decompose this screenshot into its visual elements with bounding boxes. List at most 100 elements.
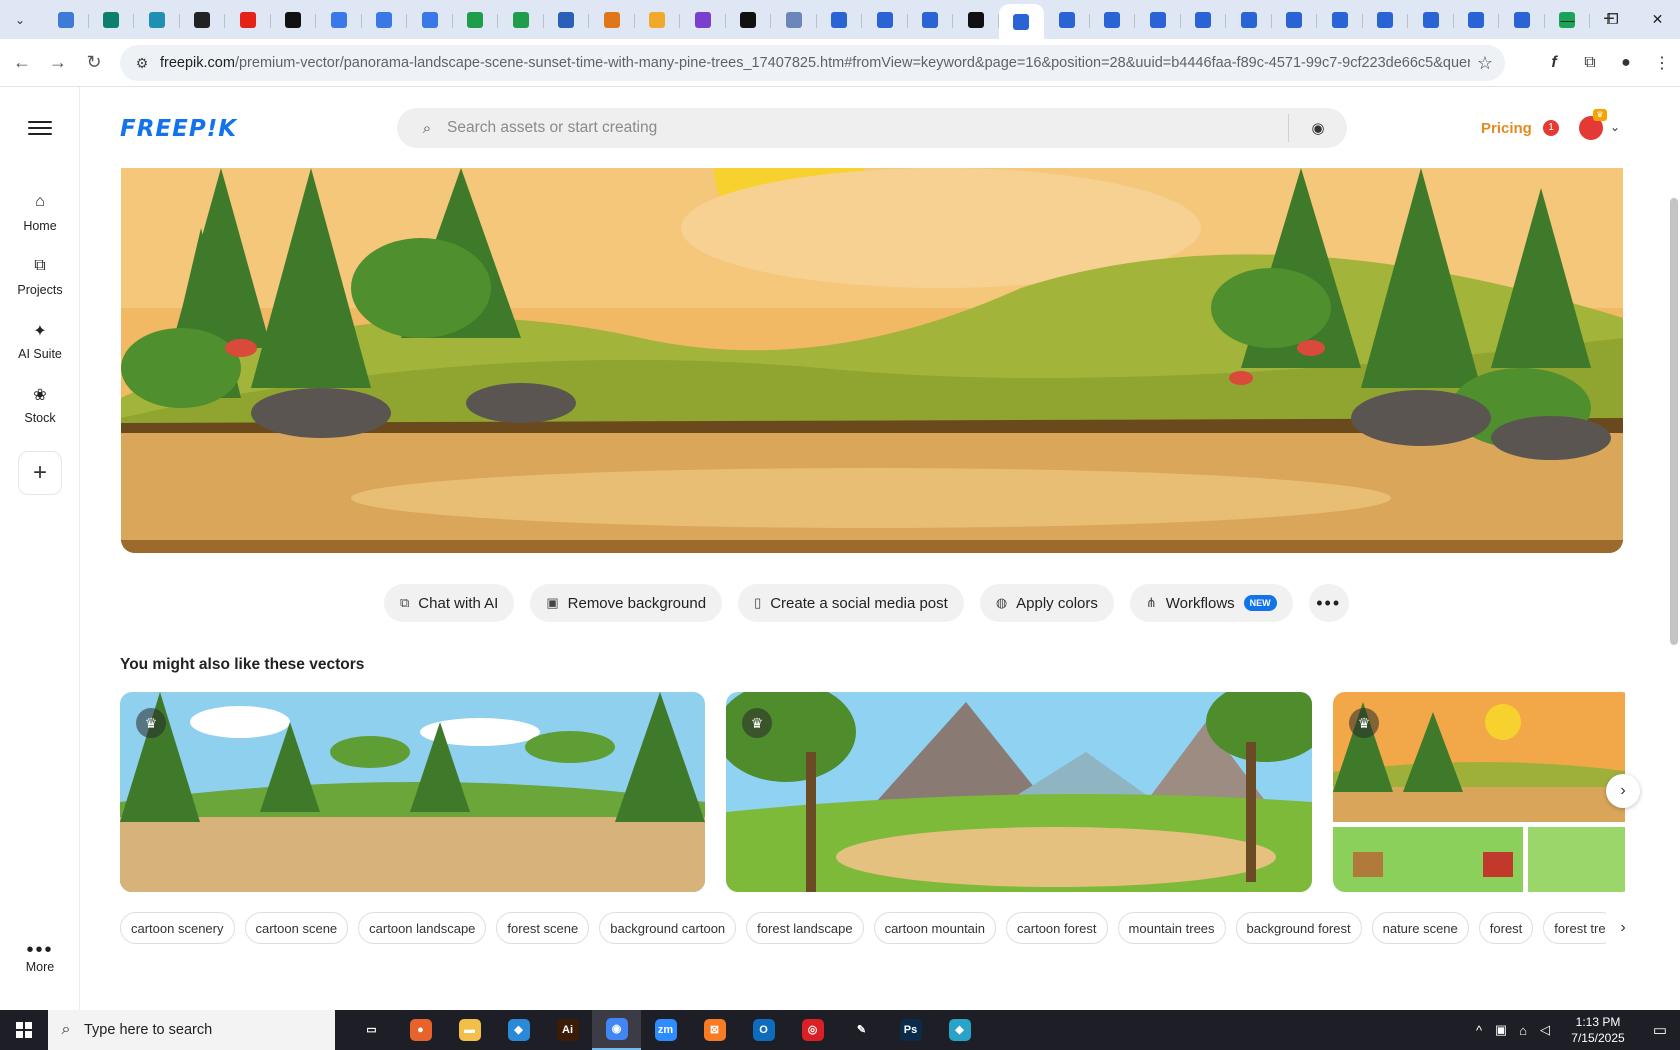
workflows-button[interactable]: ⋔ Workflows NEW — [1129, 584, 1293, 622]
tag-chip[interactable]: cartoon scene — [244, 912, 349, 944]
browser-tab[interactable] — [1181, 4, 1227, 36]
notification-center-icon[interactable]: ▭ — [1640, 1021, 1680, 1039]
url-text[interactable]: freepik.com/premium-vector/panorama-land… — [160, 55, 1470, 71]
more-actions-button[interactable]: ••• — [1308, 584, 1349, 622]
browser-tab[interactable] — [271, 4, 317, 36]
freepik-logo[interactable]: FREEP!K — [120, 116, 237, 142]
pricing-link[interactable]: Pricing — [1481, 120, 1532, 137]
browser-tab[interactable] — [89, 4, 135, 36]
browser-tab[interactable] — [817, 4, 863, 36]
carousel-next-button[interactable]: › — [1606, 774, 1640, 808]
browser-tab[interactable] — [862, 4, 908, 36]
scrollbar-thumb[interactable] — [1670, 198, 1678, 645]
tag-chip[interactable]: forest landscape — [746, 912, 864, 944]
tag-chip[interactable]: forest scene — [496, 912, 590, 944]
user-avatar[interactable]: ♛ — [1579, 109, 1607, 140]
browser-tab[interactable] — [43, 4, 89, 36]
chevron-down-icon[interactable]: ⌄ — [1610, 120, 1620, 134]
volume-icon[interactable]: ◁ — [1534, 1022, 1556, 1038]
browser-tab[interactable] — [453, 4, 499, 36]
taskbar-app[interactable]: ● — [396, 1010, 445, 1050]
start-button[interactable] — [0, 1010, 48, 1050]
tag-chip[interactable]: cartoon forest — [1006, 912, 1108, 944]
social-media-post-button[interactable]: ▯ Create a social media post — [738, 584, 964, 622]
extensions-puzzle-icon[interactable]: ⧉ — [1572, 45, 1608, 81]
add-button[interactable]: + — [18, 451, 62, 495]
back-icon[interactable]: ← — [4, 45, 40, 81]
site-info-icon[interactable]: ⚙ — [124, 55, 160, 72]
browser-tab[interactable] — [908, 4, 954, 36]
camera-search-icon[interactable]: ◉ — [1289, 119, 1347, 137]
browser-tab[interactable] — [498, 4, 544, 36]
browser-tab[interactable] — [1090, 4, 1136, 36]
tag-chip[interactable]: background forest — [1235, 912, 1362, 944]
browser-tab[interactable] — [407, 4, 453, 36]
tags-next-button[interactable]: › — [1606, 912, 1640, 944]
tag-chip[interactable]: mountain trees — [1117, 912, 1226, 944]
browser-tab[interactable] — [134, 4, 180, 36]
tag-chip[interactable]: cartoon landscape — [358, 912, 487, 944]
browser-tab[interactable] — [589, 4, 635, 36]
reload-icon[interactable]: ↻ — [76, 45, 112, 81]
search-bar[interactable]: ⌕ Search assets or start creating ◉ — [397, 108, 1347, 148]
browser-tab[interactable] — [1317, 4, 1363, 36]
address-bar[interactable]: ⚙ freepik.com/premium-vector/panorama-la… — [120, 45, 1505, 81]
tray-app-icon[interactable]: ▣ — [1490, 1022, 1512, 1038]
taskbar-app[interactable]: ▭ — [347, 1010, 396, 1050]
tag-chip[interactable]: nature scene — [1371, 912, 1469, 944]
remove-background-button[interactable]: ▣ Remove background — [530, 584, 723, 622]
related-thumbnail[interactable]: ♛ — [120, 692, 705, 892]
taskbar-clock[interactable]: 1:13 PM 7/15/2025 — [1556, 1014, 1640, 1046]
browser-tab[interactable] — [1044, 4, 1090, 36]
browser-tab[interactable] — [771, 4, 817, 36]
taskbar-app[interactable]: zm — [641, 1010, 690, 1050]
taskbar-app[interactable]: ▬ — [445, 1010, 494, 1050]
apply-colors-button[interactable]: ◍ Apply colors — [979, 584, 1114, 622]
restore-icon[interactable]: ❐ — [1590, 0, 1635, 39]
browser-tab[interactable] — [180, 4, 226, 36]
profile-avatar-icon[interactable]: ● — [1608, 45, 1644, 81]
hamburger-menu-icon[interactable] — [28, 117, 52, 137]
taskbar-app[interactable]: Ai — [543, 1010, 592, 1050]
tag-chip[interactable]: background cartoon — [599, 912, 737, 944]
browser-tab[interactable] — [1226, 4, 1272, 36]
search-input[interactable]: Search assets or start creating — [447, 119, 1288, 137]
taskbar-app[interactable]: ◎ — [788, 1010, 837, 1050]
browser-tab[interactable] — [1272, 4, 1318, 36]
sidebar-item-home[interactable]: ⌂ Home — [0, 193, 80, 233]
browser-tab[interactable] — [362, 4, 408, 36]
taskbar-app[interactable]: Ps — [886, 1010, 935, 1050]
tray-chevron-icon[interactable]: ^ — [1468, 1023, 1490, 1038]
taskbar-search[interactable]: ⌕ Type here to search — [48, 1010, 335, 1050]
sidebar-item-projects[interactable]: ⧉ Projects — [0, 257, 80, 297]
sidebar-item-stock[interactable]: ❀ Stock — [0, 385, 80, 425]
browser-tab[interactable] — [953, 4, 999, 36]
related-thumbnail[interactable]: ♛ — [1333, 692, 1625, 892]
tag-chip[interactable]: cartoon scenery — [120, 912, 235, 944]
browser-tab[interactable] — [1499, 4, 1545, 36]
browser-tab[interactable] — [635, 4, 681, 36]
browser-tab[interactable] — [1408, 4, 1454, 36]
tag-chip[interactable]: cartoon mountain — [873, 912, 997, 944]
taskbar-app[interactable]: ◆ — [935, 1010, 984, 1050]
bookmark-star-icon[interactable]: ☆ — [1477, 53, 1493, 74]
taskbar-app[interactable]: ◉ — [592, 1010, 641, 1050]
browser-tab[interactable] — [680, 4, 726, 36]
taskbar-app[interactable]: ⊠ — [690, 1010, 739, 1050]
taskbar-app[interactable]: ✎ — [837, 1010, 886, 1050]
browser-tab[interactable] — [1363, 4, 1409, 36]
taskbar-app[interactable]: O — [739, 1010, 788, 1050]
browser-tab[interactable] — [316, 4, 362, 36]
sidebar-item-ai-suite[interactable]: ✦ AI Suite — [0, 321, 80, 361]
chat-with-ai-button[interactable]: ⧉ Chat with AI — [384, 584, 515, 622]
browser-tab[interactable] — [726, 4, 772, 36]
close-icon[interactable]: ✕ — [1635, 0, 1680, 39]
page-scrollbar[interactable] — [1668, 88, 1680, 1010]
notifications-button[interactable]: 1 — [1543, 118, 1565, 140]
browser-tab[interactable] — [544, 4, 590, 36]
tab-search-button[interactable]: ⌄ — [5, 6, 35, 34]
extension-f-icon[interactable]: f — [1536, 45, 1572, 81]
minimize-icon[interactable]: — — [1545, 0, 1590, 39]
browser-tab[interactable] — [1454, 4, 1500, 36]
tag-chip[interactable]: forest — [1478, 912, 1534, 944]
